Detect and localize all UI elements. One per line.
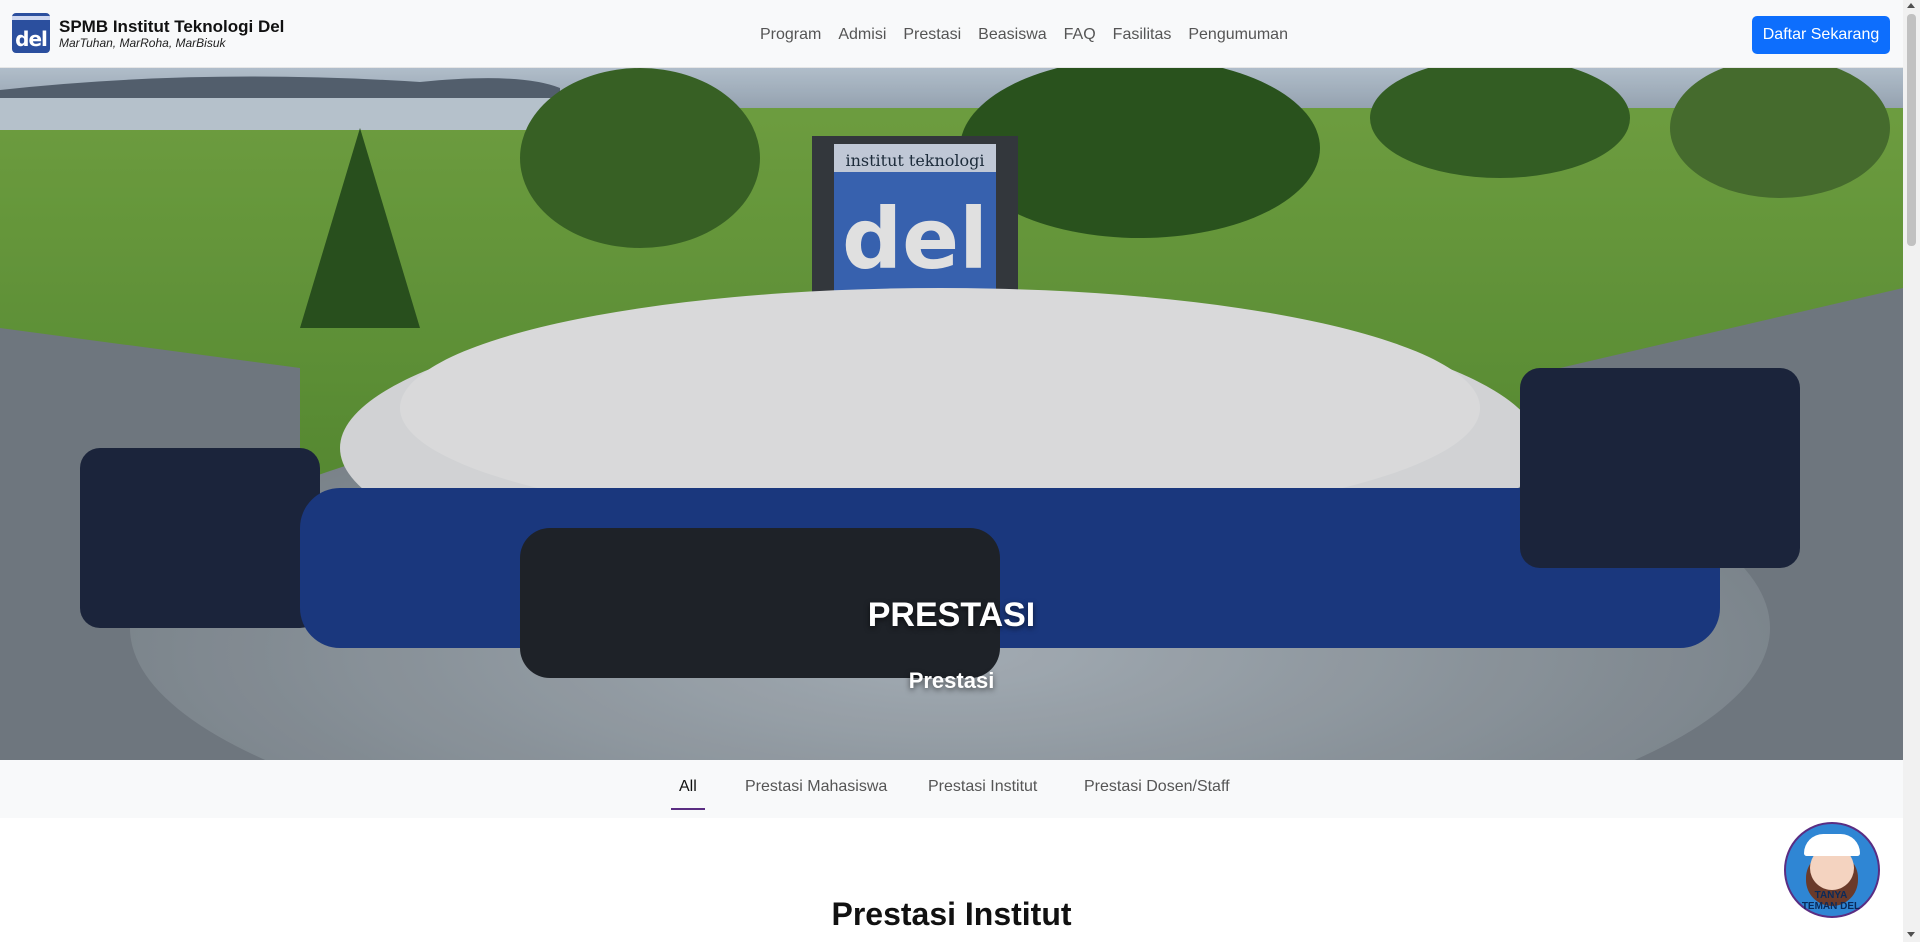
chatbot-widget-button[interactable]: TANYA TEMAN DEL	[1784, 822, 1880, 926]
chatbot-label-line1: TANYA	[1814, 890, 1848, 901]
hero-title: PRESTASI	[867, 596, 1036, 634]
tab-all[interactable]: All	[679, 778, 697, 796]
navbar: del SPMB Institut Teknologi Del MarTuhan…	[0, 0, 1903, 68]
nav-pengumuman[interactable]: Pengumuman	[1188, 24, 1288, 46]
page: del SPMB Institut Teknologi Del MarTuhan…	[0, 0, 1903, 942]
tab-prestasi-mahasiswa[interactable]: Prestasi Mahasiswa	[745, 778, 887, 796]
del-logo-icon: del	[12, 13, 50, 53]
nav-faq[interactable]: FAQ	[1064, 24, 1096, 46]
brand-title: SPMB Institut Teknologi Del	[59, 17, 285, 36]
chatbot-label: TANYA TEMAN DEL	[1788, 890, 1874, 912]
chatbot-label-line2: TEMAN DEL	[1801, 901, 1861, 912]
active-tab-indicator	[671, 808, 705, 810]
scroll-up-arrow-icon[interactable]	[1907, 3, 1915, 8]
main-nav: Program Admisi Prestasi Beasiswa FAQ Fas…	[760, 24, 1305, 46]
scrollbar-thumb[interactable]	[1907, 14, 1916, 246]
hero-photo: institut teknologi del	[0, 68, 1903, 760]
prestasi-tabs: All Prestasi Mahasiswa Prestasi Institut…	[0, 760, 1903, 818]
nav-program[interactable]: Program	[760, 24, 821, 46]
nav-prestasi[interactable]: Prestasi	[903, 24, 961, 46]
daftar-sekarang-button[interactable]: Daftar Sekarang	[1752, 16, 1890, 54]
nav-beasiswa[interactable]: Beasiswa	[978, 24, 1046, 46]
nav-fasilitas[interactable]: Fasilitas	[1113, 24, 1172, 46]
scroll-down-arrow-icon[interactable]	[1907, 932, 1915, 937]
tab-prestasi-dosen-staff[interactable]: Prestasi Dosen/Staff	[1084, 778, 1230, 796]
brand-tagline: MarTuhan, MarRoha, MarBisuk	[59, 36, 226, 50]
hero-banner: institut teknologi del PRESTASI Prestasi	[0, 68, 1903, 760]
page-scrollbar[interactable]	[1903, 0, 1920, 942]
brand[interactable]: del SPMB Institut Teknologi Del MarTuhan…	[12, 13, 284, 53]
tab-prestasi-institut[interactable]: Prestasi Institut	[928, 778, 1037, 796]
nav-admisi[interactable]: Admisi	[838, 24, 886, 46]
section-title: Prestasi Institut	[831, 896, 1072, 932]
hero-subtitle: Prestasi	[908, 668, 995, 693]
